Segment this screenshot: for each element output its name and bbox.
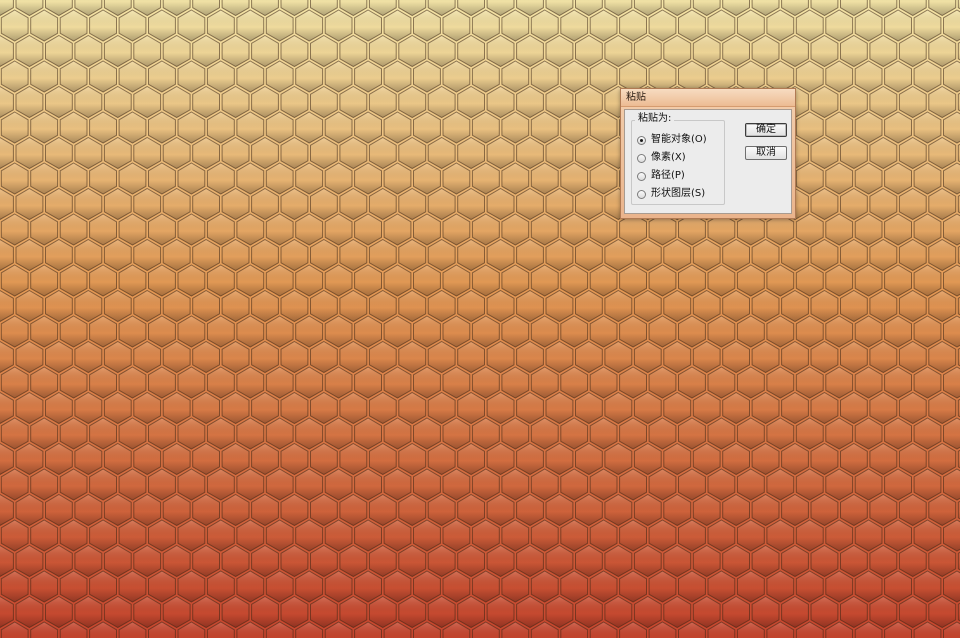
paste-dialog: 粘贴 粘贴为: 智能对象(O) 像素(X) 路径(P) 形状图层(S) 确定 取…	[620, 88, 796, 219]
radio-smart-object[interactable]: 智能对象(O)	[637, 133, 707, 147]
radio-pixels[interactable]: 像素(X)	[637, 151, 686, 165]
radio-label-smart-object: 智能对象(O)	[651, 134, 707, 145]
radio-button-checked-icon[interactable]	[637, 135, 646, 145]
cancel-button[interactable]: 取消	[745, 146, 787, 160]
dialog-body: 粘贴为: 智能对象(O) 像素(X) 路径(P) 形状图层(S) 确定 取消	[624, 109, 792, 214]
radio-button-icon[interactable]	[637, 171, 646, 181]
radio-label-shape-layer: 形状图层(S)	[651, 188, 706, 199]
radio-label-path: 路径(P)	[651, 170, 685, 181]
radio-path[interactable]: 路径(P)	[637, 169, 685, 183]
radio-button-icon[interactable]	[637, 153, 646, 163]
radio-shape-layer[interactable]: 形状图层(S)	[637, 187, 705, 201]
hexagon-background	[0, 0, 960, 638]
dialog-title: 粘贴	[626, 92, 646, 103]
paste-as-label: 粘贴为:	[635, 113, 675, 125]
dialog-titlebar[interactable]: 粘贴	[621, 89, 795, 107]
ok-button[interactable]: 确定	[745, 123, 787, 137]
radio-label-pixels: 像素(X)	[651, 152, 686, 163]
radio-button-icon[interactable]	[637, 189, 646, 199]
